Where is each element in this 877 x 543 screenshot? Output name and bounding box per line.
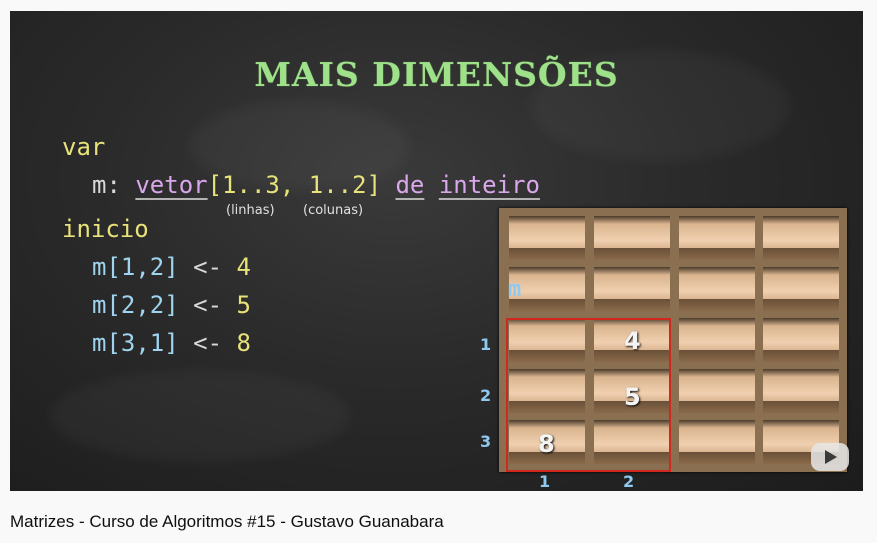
video-player[interactable]: MAIS DIMENSÕES var m: vetor[1..3, 1..2] … bbox=[10, 11, 863, 491]
shelf-cell bbox=[763, 369, 839, 413]
shelf-cell bbox=[594, 216, 670, 260]
row-index: 1 bbox=[480, 335, 492, 354]
decl-base-type: inteiro bbox=[438, 171, 540, 199]
annotation-rows: (linhas) bbox=[226, 203, 275, 218]
assign-target: m[2,2] bbox=[92, 291, 179, 319]
code-declaration: m: vetor[1..3, 1..2] de inteiro bbox=[92, 171, 540, 199]
decl-range-cols: 1..2] bbox=[308, 171, 382, 199]
assign-arrow: <- bbox=[193, 329, 223, 357]
code-assign-row: m[2,2] <- 5 bbox=[92, 291, 251, 319]
decl-range-rows: [1..3, bbox=[207, 171, 295, 199]
shelf-cell bbox=[594, 267, 670, 311]
shelf-cell bbox=[679, 420, 755, 464]
video-title[interactable]: Matrizes - Curso de Algoritmos #15 - Gus… bbox=[10, 512, 444, 532]
matrix-highlight-box bbox=[506, 318, 671, 472]
shelf-cell bbox=[509, 216, 585, 260]
code-inicio-keyword: inicio bbox=[62, 215, 149, 243]
assign-arrow: <- bbox=[193, 253, 223, 281]
code-assign-row: m[1,2] <- 4 bbox=[92, 253, 251, 281]
assign-target: m[1,2] bbox=[92, 253, 179, 281]
row-index: 2 bbox=[480, 386, 492, 405]
youtube-play-icon[interactable] bbox=[811, 443, 849, 471]
col-index: 2 bbox=[623, 472, 635, 491]
matrix-label: m bbox=[508, 277, 522, 302]
annotation-cols: (colunas) bbox=[303, 203, 364, 218]
row-index: 3 bbox=[480, 432, 492, 451]
matrix-value-r1c2: 4 bbox=[624, 327, 641, 355]
assign-value: 4 bbox=[236, 253, 251, 281]
shelf-cell bbox=[763, 318, 839, 362]
decl-name: m: bbox=[92, 171, 121, 199]
assign-value: 8 bbox=[236, 329, 251, 357]
slide-title: MAIS DIMENSÕES bbox=[254, 55, 619, 94]
matrix-value-r2c2: 5 bbox=[624, 383, 641, 411]
shelf-cell bbox=[679, 369, 755, 413]
code-assign-row: m[3,1] <- 8 bbox=[92, 329, 251, 357]
assign-value: 5 bbox=[236, 291, 251, 319]
matrix-value-r3c1: 8 bbox=[538, 430, 555, 458]
shelf-cell bbox=[763, 267, 839, 311]
shelf-cell bbox=[679, 318, 755, 362]
chalk-smudge bbox=[50, 371, 350, 461]
assign-target: m[3,1] bbox=[92, 329, 179, 357]
decl-type: vetor bbox=[135, 171, 208, 199]
decl-de: de bbox=[395, 171, 425, 199]
col-index: 1 bbox=[539, 472, 551, 491]
shelf-cell bbox=[763, 216, 839, 260]
shelf-cell bbox=[679, 267, 755, 311]
code-var-keyword: var bbox=[62, 133, 106, 161]
shelf-cell bbox=[679, 216, 755, 260]
assign-arrow: <- bbox=[193, 291, 223, 319]
